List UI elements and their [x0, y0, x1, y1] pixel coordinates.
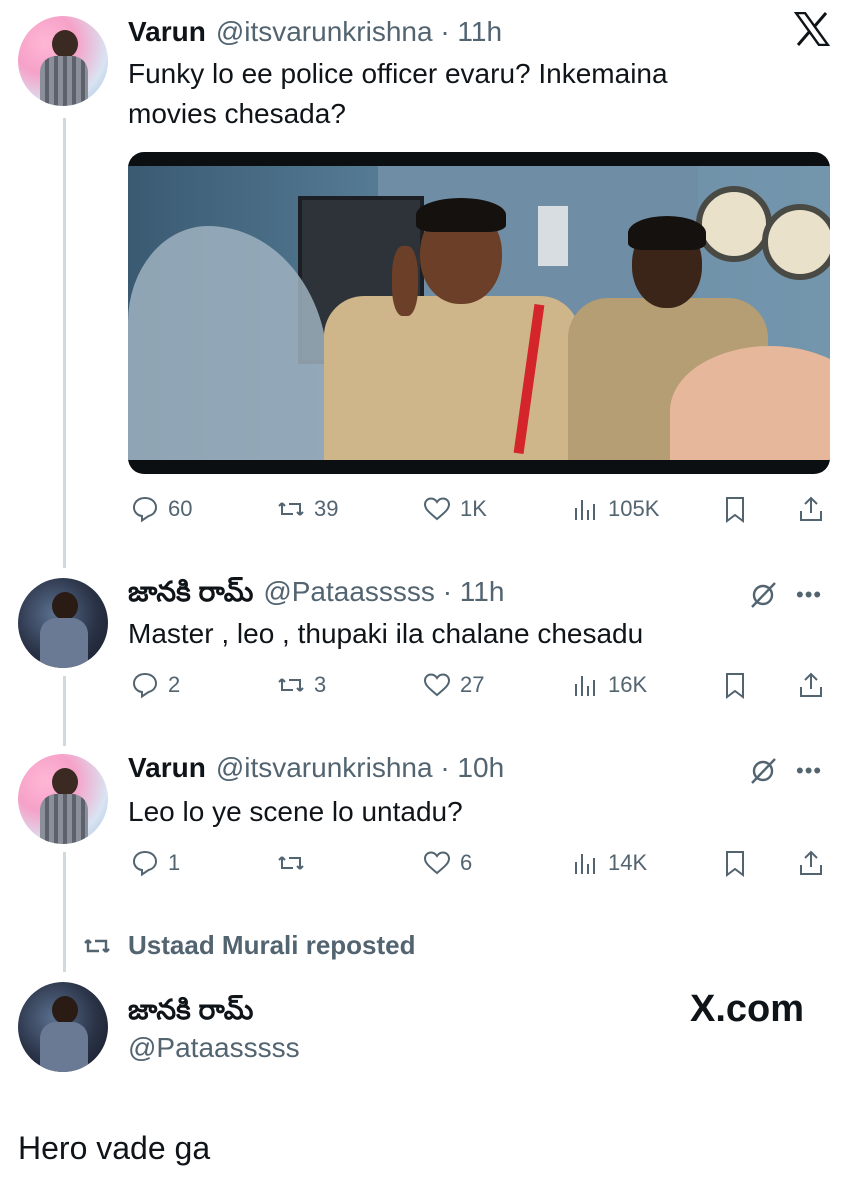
views-count: 16K [608, 672, 648, 697]
movie-still-image [128, 166, 830, 460]
repost-icon [278, 502, 304, 516]
grok-icon[interactable] [748, 756, 778, 786]
repost-button[interactable]: 3 [276, 670, 326, 700]
avatar[interactable] [18, 982, 108, 1072]
reply-icon [132, 850, 158, 877]
repost-banner-label: Ustaad Murali reposted [128, 930, 416, 960]
reply-button[interactable]: 60 [130, 494, 192, 524]
views-icon [575, 854, 595, 874]
views-button[interactable]: 105K [570, 494, 659, 524]
tweet-text-line: Funky lo ee police officer evaru? Inkema… [128, 58, 668, 89]
like-count: 1K [460, 496, 487, 521]
share-button[interactable] [796, 494, 826, 524]
grok-icon[interactable] [748, 580, 778, 610]
repost-count: 39 [314, 496, 339, 521]
author-name[interactable]: Varun [128, 16, 206, 48]
avatar[interactable] [18, 16, 108, 106]
like-count: 6 [460, 850, 473, 875]
thread-line [63, 676, 66, 746]
bookmark-button[interactable] [720, 670, 750, 700]
like-button[interactable]: 6 [422, 848, 472, 878]
tweet-text: Master , leo , thupaki ila chalane chesa… [128, 614, 643, 654]
reply-button[interactable]: 2 [130, 670, 180, 700]
author-handle[interactable]: @itsvarunkrishna · 11h [216, 16, 502, 48]
tweet-header: Varun @itsvarunkrishna · 11h [128, 16, 502, 48]
thread-line [63, 852, 66, 972]
reply-count: 1 [168, 850, 181, 875]
bookmark-button[interactable] [720, 494, 750, 524]
repost-button[interactable] [276, 848, 314, 878]
tweet-text: Funky lo ee police officer evaru? Inkema… [128, 54, 668, 134]
views-count: 105K [608, 496, 660, 521]
repost-icon [278, 856, 304, 870]
repost-button[interactable]: 39 [276, 494, 338, 524]
author-handle[interactable]: @Pataasssss · 11h [263, 576, 504, 608]
repost-banner[interactable]: Ustaad Murali reposted [82, 930, 416, 961]
tweet-text-line: Leo lo ye scene lo untadu? [128, 796, 463, 827]
reply-count: 60 [168, 496, 193, 521]
like-count: 27 [460, 672, 485, 697]
repost-count: 3 [314, 672, 327, 697]
bookmark-icon [726, 851, 744, 877]
reply-button[interactable]: 1 [130, 848, 180, 878]
views-icon [575, 676, 595, 696]
share-button[interactable] [796, 670, 826, 700]
tweet-text: Hero vade ga [18, 1130, 211, 1166]
like-button[interactable]: 1K [422, 494, 487, 524]
avatar[interactable] [18, 754, 108, 844]
bookmark-icon [726, 497, 744, 523]
x-logo-icon [794, 12, 830, 46]
views-button[interactable]: 16K [570, 670, 647, 700]
tweet-header: Varun @itsvarunkrishna · 10h [128, 752, 504, 784]
tweet-header: జానకి రామ్ @Pataasssss · 11h [128, 576, 504, 615]
author-name[interactable]: జానకి రామ్ [128, 576, 253, 615]
author-name[interactable]: జానకి రామ్ [128, 994, 253, 1033]
tweet-text-line: Master , leo , thupaki ila chalane chesa… [128, 618, 644, 649]
reply-icon [132, 496, 158, 523]
repost-icon [278, 678, 304, 692]
share-button[interactable] [796, 848, 826, 878]
share-icon [800, 672, 822, 697]
reply-icon [132, 672, 158, 699]
more-icon[interactable]: ••• [796, 758, 822, 784]
like-button[interactable]: 27 [422, 670, 484, 700]
bookmark-button[interactable] [720, 848, 750, 878]
xcom-branding: X.com [690, 988, 805, 1030]
share-icon [800, 496, 822, 521]
thread-line [63, 118, 66, 568]
heart-icon [423, 851, 451, 875]
author-handle[interactable]: @Pataasssss [128, 1032, 300, 1064]
bookmark-icon [726, 673, 744, 699]
views-icon [575, 500, 595, 520]
heart-icon [423, 497, 451, 521]
reply-count: 2 [168, 672, 181, 697]
views-count: 14K [608, 850, 648, 875]
repost-icon [84, 938, 110, 953]
tweet-media[interactable] [128, 152, 830, 474]
share-icon [800, 850, 822, 875]
author-name[interactable]: Varun [128, 752, 206, 784]
author-handle[interactable]: @itsvarunkrishna · 10h [216, 752, 504, 784]
heart-icon [423, 673, 451, 697]
tweet-text-line: movies chesada? [128, 98, 346, 129]
more-icon[interactable]: ••• [796, 582, 822, 608]
views-button[interactable]: 14K [570, 848, 647, 878]
avatar[interactable] [18, 578, 108, 668]
tweet-text: Leo lo ye scene lo untadu? [128, 792, 463, 832]
